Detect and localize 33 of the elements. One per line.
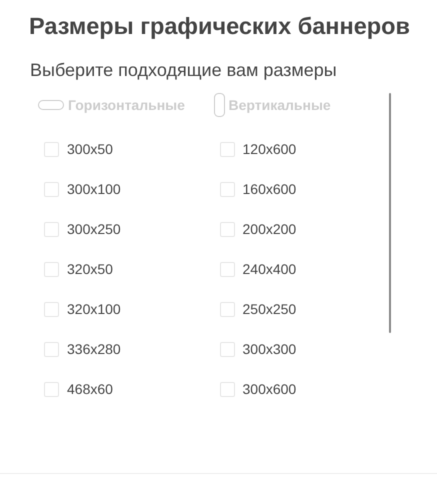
checkbox[interactable] <box>220 142 234 156</box>
checkbox[interactable] <box>44 262 59 276</box>
size-option-label: 160x600 <box>242 181 296 197</box>
size-option-label: 120x600 <box>242 141 296 157</box>
size-option-label: 300x100 <box>67 181 121 197</box>
size-option-label: 468x60 <box>67 381 113 397</box>
size-option-label: 250x250 <box>242 301 296 317</box>
checkbox[interactable] <box>44 142 59 156</box>
size-option-label: 320x100 <box>67 301 121 317</box>
checkbox[interactable] <box>44 342 59 356</box>
size-option-label: 200x200 <box>242 221 296 237</box>
checkbox[interactable] <box>220 342 234 356</box>
scrollbar[interactable] <box>389 93 391 333</box>
vertical-rectangle-icon <box>214 93 224 117</box>
size-option-label: 300x600 <box>242 381 296 397</box>
checkbox[interactable] <box>44 222 59 236</box>
checkbox[interactable] <box>44 182 59 196</box>
page-title: Размеры графических баннеров <box>28 12 411 40</box>
page-subtitle: Выберите подходящие вам размеры <box>29 59 338 81</box>
checkbox[interactable] <box>44 382 59 396</box>
size-option-label: 300x50 <box>67 141 113 157</box>
checkbox[interactable] <box>220 262 234 276</box>
size-option-label: 300x250 <box>67 221 121 237</box>
checkbox[interactable] <box>220 302 234 316</box>
checkbox[interactable] <box>220 382 234 396</box>
size-option-label: 336x280 <box>67 341 121 357</box>
size-option-label: 240x400 <box>242 261 296 277</box>
size-option-label: 300x300 <box>242 341 296 357</box>
checkbox[interactable] <box>44 302 59 316</box>
checkbox[interactable] <box>220 182 234 196</box>
checkbox[interactable] <box>220 222 234 236</box>
horizontal-rectangle-icon <box>38 100 64 110</box>
size-option-label: 320x50 <box>67 261 113 277</box>
